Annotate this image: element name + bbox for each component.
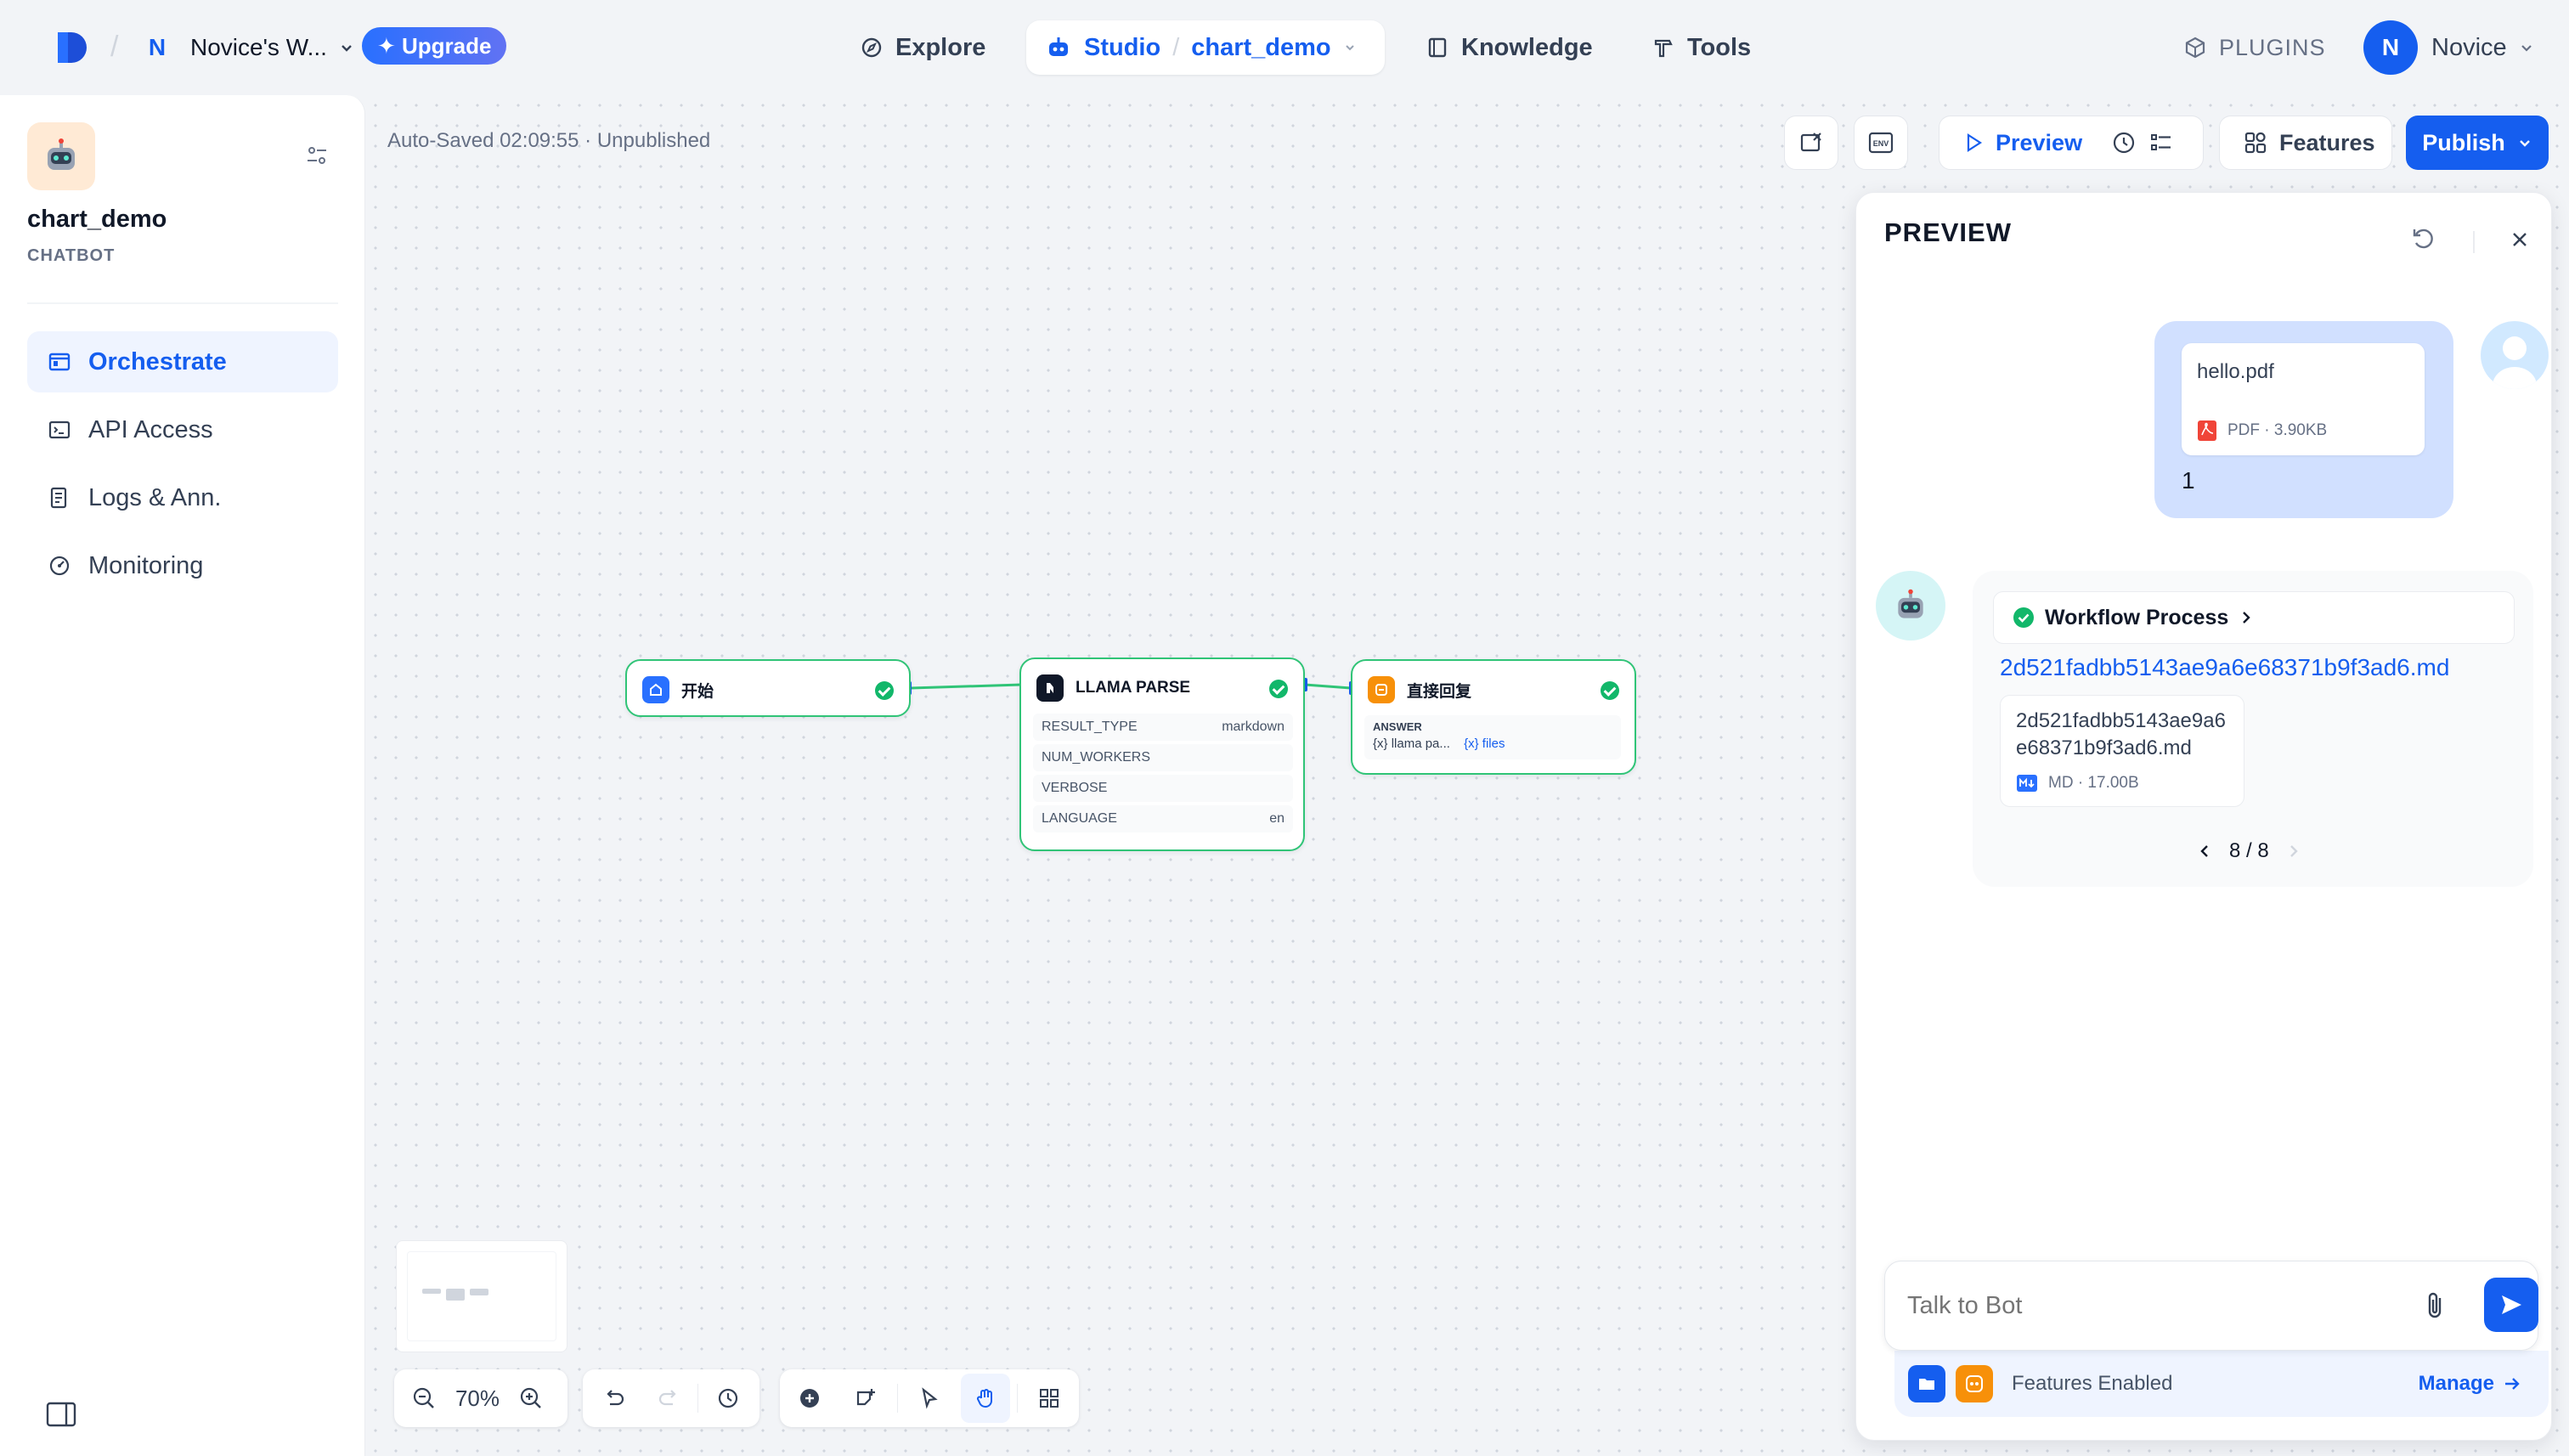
answer-node[interactable]: 直接回复 ANSWER {x} llama pa... {x} files	[1351, 659, 1636, 775]
preview-button-group: Preview	[1939, 116, 2204, 170]
start-node[interactable]: 开始	[625, 659, 911, 717]
bot-avatar	[1876, 571, 1945, 641]
checklist-icon	[1798, 130, 1824, 155]
start-node-title: 开始	[681, 682, 714, 701]
zoom-toolbar: 70%	[394, 1369, 567, 1427]
node-param-row: RESULT_TYPE markdown	[1033, 714, 1293, 741]
success-check-icon	[2013, 607, 2035, 629]
pdf-icon	[2197, 420, 2217, 442]
variable-icon: {x}	[1464, 736, 1479, 751]
grid-icon	[2244, 131, 2267, 155]
preview-button[interactable]: Preview	[1996, 130, 2082, 156]
pointer-icon[interactable]	[905, 1374, 954, 1423]
attach-icon[interactable]	[2421, 1290, 2450, 1322]
play-icon[interactable]	[1963, 133, 1984, 153]
env-button[interactable]: ENV	[1854, 116, 1908, 170]
send-icon	[2498, 1292, 2524, 1318]
tools-toolbar	[780, 1369, 1079, 1427]
close-icon[interactable]	[2510, 229, 2530, 250]
answer-content: ANSWER {x} llama pa... {x} files	[1364, 715, 1621, 759]
zoom-level[interactable]: 70%	[449, 1385, 506, 1412]
arrow-right-icon	[2503, 1374, 2521, 1393]
minimap[interactable]	[396, 1240, 567, 1352]
zoom-out-icon[interactable]	[399, 1374, 449, 1423]
user-avatar-icon	[2481, 321, 2549, 389]
file-meta: MD · 17.00B	[2048, 774, 2139, 792]
robot-emoji-icon	[1892, 587, 1929, 624]
chat-input[interactable]	[1907, 1287, 2417, 1324]
manage-features-button[interactable]: Manage	[2419, 1372, 2521, 1396]
home-icon	[642, 676, 669, 703]
variable-icon: {x}	[1373, 736, 1388, 751]
answer-label: ANSWER	[1373, 720, 1422, 733]
answer-var-llama: llama pa...	[1391, 736, 1450, 751]
list-icon[interactable]	[2148, 130, 2174, 155]
answer-var-files: files	[1482, 736, 1505, 751]
file-name: 2d521fadbb5143ae9a6e68371b9f3ad6.md	[2016, 709, 2226, 759]
workflow-process-toggle[interactable]: Workflow Process	[1993, 591, 2515, 644]
success-check-icon	[875, 681, 894, 700]
llama-icon	[1036, 674, 1064, 702]
features-enabled-bar: Features Enabled Manage	[1894, 1351, 2549, 1417]
toolbar-divider	[897, 1384, 898, 1413]
env-icon: ENV	[1867, 130, 1894, 155]
zoom-in-icon[interactable]	[506, 1374, 556, 1423]
node-param-row: LANGUAGE en	[1033, 805, 1293, 832]
file-name: hello.pdf	[2197, 360, 2274, 383]
toolbar-divider	[697, 1384, 699, 1413]
llama-node-title: LLAMA PARSE	[1076, 679, 1191, 697]
features-enabled-label: Features Enabled	[2012, 1372, 2173, 1395]
node-param-row: NUM_WORKERS	[1033, 744, 1293, 771]
file-meta: PDF · 3.90KB	[2227, 421, 2328, 439]
chevron-left-icon[interactable]	[2197, 844, 2212, 859]
pager-text: 8 / 8	[2229, 839, 2269, 862]
organize-icon[interactable]	[1025, 1374, 1074, 1423]
send-button[interactable]	[2484, 1278, 2538, 1332]
user-file-card[interactable]: hello.pdf PDF · 3.90KB	[2182, 343, 2425, 455]
preview-title: PREVIEW	[1884, 217, 2012, 247]
redo-icon[interactable]	[644, 1374, 693, 1423]
panel-divider	[2473, 231, 2475, 253]
history-icon[interactable]	[703, 1374, 753, 1423]
answer-node-title: 直接回复	[1407, 682, 1472, 701]
success-check-icon	[1601, 681, 1619, 700]
add-note-icon[interactable]	[841, 1374, 890, 1423]
node-param-row: VERBOSE	[1033, 775, 1293, 802]
success-check-icon	[1269, 680, 1288, 698]
reply-icon	[1368, 676, 1395, 703]
llama-parse-node[interactable]: LLAMA PARSE RESULT_TYPE markdown NUM_WORK…	[1019, 657, 1305, 851]
publish-button[interactable]: Publish	[2406, 116, 2549, 170]
response-file-link[interactable]: 2d521fadbb5143ae9a6e68371b9f3ad6.md	[2000, 654, 2449, 681]
chevron-down-icon	[2517, 135, 2532, 150]
add-node-icon[interactable]	[785, 1374, 834, 1423]
check-list-button[interactable]	[1784, 116, 1838, 170]
md-file-card[interactable]: 2d521fadbb5143ae9a6e68371b9f3ad6.md MD ·…	[2000, 695, 2244, 807]
markdown-icon	[2016, 774, 2038, 793]
chevron-right-icon[interactable]	[2286, 844, 2301, 859]
hand-icon[interactable]	[961, 1374, 1010, 1423]
undo-icon[interactable]	[590, 1374, 639, 1423]
svg-text:ENV: ENV	[1873, 139, 1889, 148]
user-message-text: 1	[2182, 467, 2195, 494]
toolbar-divider	[1017, 1384, 1018, 1413]
run-history-icon[interactable]	[2111, 130, 2137, 155]
file-upload-icon	[1908, 1365, 1945, 1402]
chevron-right-icon	[2239, 610, 2254, 625]
history-toolbar	[583, 1369, 759, 1427]
quote-icon	[1956, 1365, 1993, 1402]
restart-icon[interactable]	[2409, 224, 2436, 251]
pager: 8 / 8	[2197, 839, 2301, 863]
features-button[interactable]: Features	[2219, 116, 2392, 170]
